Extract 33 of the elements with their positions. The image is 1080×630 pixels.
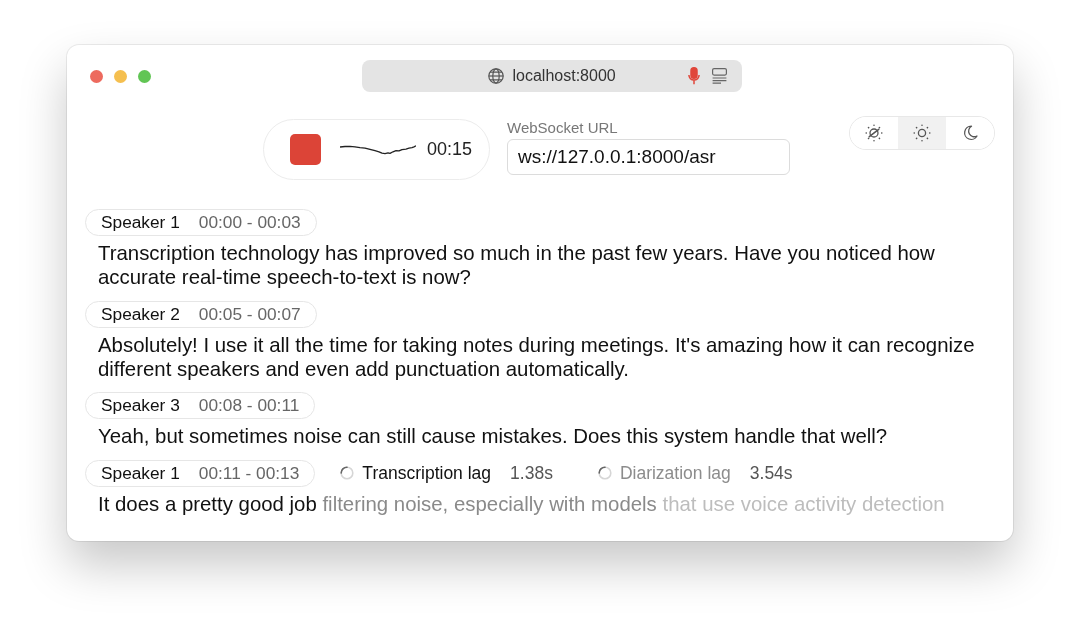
- transcript-text: Absolutely! I use it all the time for taking notes during meetings. It's amazing how it can recognize different speakers and even add punctuation automatically.: [97, 332, 976, 381]
- time-range: 00:08 - 00:11: [198, 395, 300, 416]
- lag-value: 3.54s: [749, 462, 793, 484]
- speaker-name: Speaker 1: [101, 462, 180, 484]
- recording-timer: 00:15: [427, 139, 473, 160]
- websocket-url-field[interactable]: ws://127.0.0.1:8000/asr: [507, 139, 791, 175]
- text-lines-icon[interactable]: [711, 68, 727, 84]
- sun-icon: [913, 124, 931, 142]
- lag-label: Diarization lag: [619, 462, 731, 484]
- transcript-text: Yeah, but sometimes noise can still cause mistakes. Does this system handle that well?: [97, 424, 889, 448]
- lag-label: Transcription lag: [362, 462, 492, 484]
- microphone-icon[interactable]: [687, 67, 700, 85]
- light-theme-button[interactable]: [898, 117, 946, 149]
- stop-button[interactable]: [290, 134, 321, 165]
- speaker-name: Speaker 2: [101, 303, 180, 325]
- lag-value: 1.38s: [510, 462, 553, 484]
- speaker-name: Speaker 1: [101, 212, 180, 233]
- spinner-icon: [597, 466, 612, 480]
- transcript-text: It does a pretty good job filtering noise, especially with models that use voice activity detection: [97, 491, 946, 516]
- zoom-window-button[interactable]: [138, 69, 151, 83]
- time-range: 00:00 - 00:03: [198, 212, 301, 233]
- time-range: 00:05 - 00:07: [198, 303, 301, 325]
- sun-slash-icon: [865, 124, 883, 142]
- moon-icon: [962, 125, 978, 141]
- close-window-button[interactable]: [90, 69, 103, 83]
- address-bar[interactable]: localhost:8000: [361, 60, 742, 92]
- time-range: 00:11 - 00:13: [198, 462, 300, 484]
- minimize-window-button[interactable]: [114, 69, 127, 83]
- transcript-text: Transcription technology has improved so much in the past few years. Have you noticed how accurate real-time speech-to-text is now?: [97, 241, 936, 289]
- globe-icon: [487, 68, 504, 84]
- spinner-icon: [340, 466, 355, 480]
- speaker-name: Speaker 3: [101, 395, 180, 416]
- field-label: WebSocket URL: [507, 119, 619, 136]
